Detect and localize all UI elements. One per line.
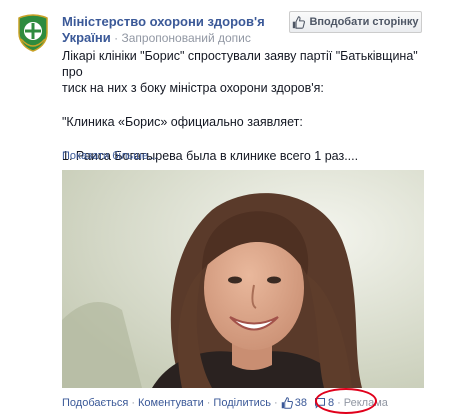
thumbs-up-icon	[281, 397, 293, 409]
like-count-value: 38	[294, 397, 307, 409]
share-action[interactable]: Поділитись	[213, 397, 271, 409]
separator-dot: ·	[131, 397, 135, 409]
post-text-line: тиск на них з боку міністра охорони здор…	[62, 81, 324, 95]
ad-annotation-circle	[315, 388, 377, 414]
post-photo[interactable]	[62, 170, 424, 388]
post-body: Лікарі клініки "Борис" спростували заяву…	[62, 48, 434, 164]
ministry-emblem-icon[interactable]	[13, 13, 53, 53]
separator-dot: ·	[274, 397, 278, 409]
like-action[interactable]: Подобається	[62, 397, 128, 409]
separator-dot: ·	[206, 397, 211, 409]
woman-portrait-image	[62, 170, 424, 388]
like-count[interactable]: 38	[281, 397, 307, 409]
comment-action[interactable]: Коментувати	[138, 397, 204, 409]
post-text-line: "Клиника «Борис» официально заявляет:	[62, 115, 303, 129]
like-page-button[interactable]: Вподобати сторінку	[289, 11, 422, 33]
like-page-label: Вподобати сторінку	[309, 16, 419, 28]
show-more-link[interactable]: Показати більше...	[62, 150, 157, 162]
post-text-line: Лікарі клініки "Борис" спростували заяву…	[62, 49, 418, 79]
page-name-link-line2[interactable]: України	[62, 30, 111, 45]
sponsored-label: Запропонований допис	[121, 31, 251, 45]
post-subheader: України · Запропонований допис	[62, 30, 251, 46]
thumbs-up-icon	[293, 15, 306, 29]
page-name-link[interactable]: Міністерство охорони здоров'я	[62, 14, 287, 30]
